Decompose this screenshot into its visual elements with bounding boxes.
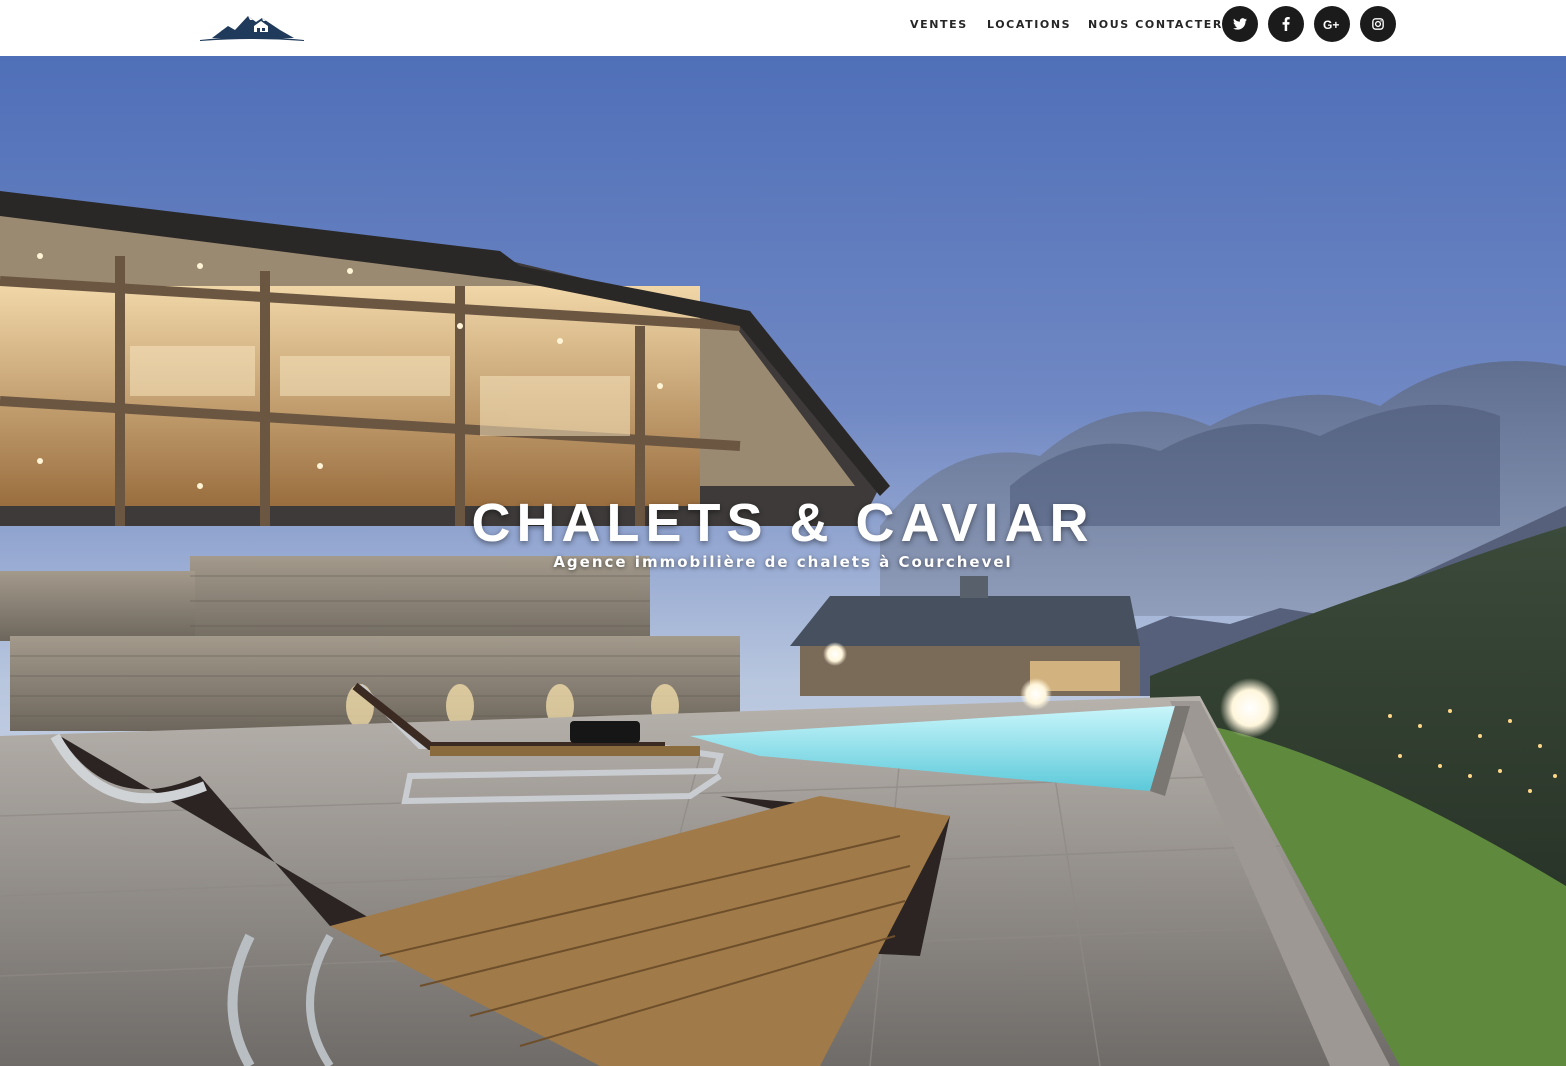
twitter-button[interactable] — [1222, 6, 1258, 42]
svg-text:G+: G+ — [1323, 18, 1339, 30]
google-plus-icon: G+ — [1323, 18, 1339, 30]
twitter-icon — [1233, 18, 1247, 30]
mountain-chalet-logo-icon — [200, 16, 304, 41]
facebook-icon — [1282, 17, 1290, 31]
nav-ventes[interactable]: VENTES — [910, 18, 968, 31]
site-header: VENTES LOCATIONS NOUS CONTACTER G+ — [0, 0, 1566, 56]
instagram-button[interactable] — [1360, 6, 1396, 42]
facebook-button[interactable] — [1268, 6, 1304, 42]
nav-locations[interactable]: LOCATIONS — [987, 18, 1071, 31]
instagram-icon — [1372, 18, 1384, 30]
hero-section: CHALETS & CAVIAR Agence immobilière de c… — [0, 56, 1566, 1066]
google-plus-button[interactable]: G+ — [1314, 6, 1350, 42]
hero-tagline: Agence immobilière de chalets à Courchev… — [553, 553, 1013, 571]
nav-nous-contacter[interactable]: NOUS CONTACTER — [1088, 18, 1223, 31]
hero-title: CHALETS & CAVIAR — [471, 493, 1095, 553]
